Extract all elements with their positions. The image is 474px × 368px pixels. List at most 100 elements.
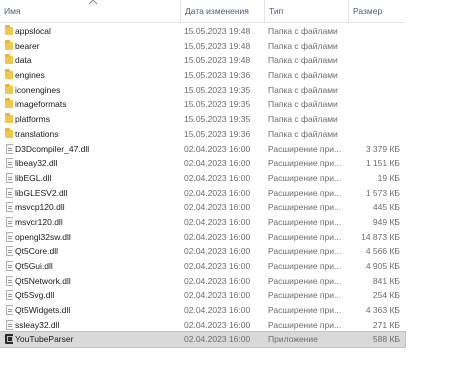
column-header-size-label: Размер [353,6,383,16]
file-row[interactable]: libeay32.dll 02.04.2023 16:00 Расширение п… [0,156,405,171]
file-size: 841 КБ [372,275,400,286]
file-row[interactable]: Qt5Svg.dll 02.04.2023 16:00 Расширение при… [0,288,405,303]
file-name: libeay32.dll [15,158,58,169]
file-name: libGLESV2.dll [15,187,68,198]
file-row[interactable]: appslocal 15.05.2023 19:48 Папка с файлами [0,24,405,39]
file-name: Qt5Widgets.dll [15,305,71,316]
folder-icon [5,83,13,94]
file-icon-cell [3,200,13,215]
file-row[interactable]: libEGL.dll 02.04.2023 16:00 Расширение при… [0,171,405,186]
file-type: Расширение при... [268,319,342,330]
file-type: Расширение при... [268,305,342,316]
file-icon-cell [3,332,13,347]
file-type: Папка с файлами [268,114,338,125]
file-icon [6,261,13,271]
file-type: Расширение при... [268,231,342,242]
column-header-name-label: Имя [4,6,21,16]
file-name: D3Dcompiler_47.dll [15,143,90,154]
file-row[interactable]: data 15.05.2023 19:48 Папка с файлами [0,53,405,68]
file-row[interactable]: platforms 15.05.2023 19:35 Папка с файлами [0,112,405,127]
column-header-bar: Имя Дата изменения Тип Размер [0,0,405,23]
file-icon-cell [3,83,13,98]
file-row[interactable]: Qt5Network.dll 02.04.2023 16:00 Расширение… [0,274,405,289]
file-size [352,68,400,83]
file-row[interactable]: Qt5Widgets.dll 02.04.2023 16:00 Расширение… [0,303,405,318]
folder-icon [5,39,13,50]
file-row[interactable]: D3Dcompiler_47.dll 02.04.2023 16:00 Расшир… [0,142,405,157]
file-row[interactable]: YouTubeParser 02.04.2023 16:00 Приложение 5… [0,331,406,349]
file-date: 15.05.2023 19:48 [184,26,251,36]
file-date: 15.05.2023 19:35 [184,99,251,110]
file-icon [6,275,13,286]
file-icon-cell [3,53,13,68]
file-date: 15.05.2023 19:48 [184,55,251,66]
file-row[interactable]: libGLESV2.dll 02.04.2023 16:00 Расширение … [0,186,405,201]
file-name: engines [15,70,45,81]
file-size [352,53,400,68]
file-name: appslocal [15,26,51,36]
file-name: opengl32sw.dll [15,231,71,242]
file-name: Qt5Svg.dll [15,290,55,301]
file-size [352,24,400,39]
file-type: Расширение при... [268,290,342,301]
file-date: 02.04.2023 16:00 [184,319,251,330]
file-type: Расширение при... [268,143,342,154]
file-row[interactable]: Qt5Core.dll 02.04.2023 16:00 Расширение пр… [0,244,405,259]
file-icon [6,246,13,257]
file-row[interactable]: engines 15.05.2023 19:36 Папка с файлами [0,68,405,83]
file-date: 02.04.2023 16:00 [184,246,251,257]
file-name: iconengines [15,84,61,95]
file-size [352,127,400,142]
file-name: data [15,55,32,66]
folder-icon [5,25,13,35]
column-header-date[interactable]: Дата изменения [180,0,264,22]
file-size [352,97,400,112]
folder-icon [5,98,13,109]
file-icon-cell [3,39,13,54]
file-size: 4 905 КБ [365,261,400,271]
chevron-up-svg [88,0,98,5]
file-row[interactable]: imageformats 15.05.2023 19:35 Папка с файл… [0,97,405,112]
file-size: 4 363 КБ [365,305,400,316]
column-header-name[interactable]: Имя [0,0,180,22]
file-date: 02.04.2023 16:00 [184,172,251,183]
file-date: 02.04.2023 16:00 [184,187,251,198]
file-size [352,83,400,98]
file-type: Расширение при... [268,202,342,213]
file-icon [6,319,13,330]
file-date: 15.05.2023 19:36 [184,70,251,81]
file-icon [6,158,13,169]
file-icon [6,290,13,301]
file-icon-cell [3,215,13,230]
file-row[interactable]: msvcr120.dll 02.04.2023 16:00 Расширение п… [0,215,405,230]
file-row[interactable]: ssleay32.dll 02.04.2023 16:00 Расширение п… [0,318,405,333]
file-icon-cell [3,288,13,303]
file-type: Папка с файлами [268,84,338,95]
file-icon [6,187,13,198]
file-size: 949 КБ [372,216,400,227]
file-type: Расширение при... [268,158,342,169]
file-row[interactable]: translations 15.05.2023 19:36 Папка с файл… [0,127,405,142]
file-date: 02.04.2023 16:00 [184,143,251,154]
file-name: Qt5Core.dll [15,246,58,257]
file-name: msvcr120.dll [15,216,63,227]
file-row[interactable]: iconengines 15.05.2023 19:35 Папка с файла… [0,83,405,98]
column-header-size[interactable]: Размер [348,0,405,22]
column-header-type[interactable]: Тип [264,0,348,22]
file-row[interactable]: msvcp120.dll 02.04.2023 16:00 Расширение п… [0,200,405,215]
file-icon-cell [3,171,13,186]
file-size: 1 573 КБ [365,187,400,198]
file-date: 15.05.2023 19:35 [184,84,251,95]
file-icon [6,172,13,183]
file-size: 445 КБ [372,202,400,213]
file-type: Расширение при... [268,246,342,257]
file-row[interactable]: Qt5Gui.dll 02.04.2023 16:00 Расширение при… [0,259,405,274]
file-size: 588 КБ [372,334,400,345]
file-size: 1 151 КБ [365,158,400,169]
file-icon [6,216,13,227]
file-name: bearer [15,40,40,51]
file-icon-cell [3,274,13,289]
file-row[interactable]: opengl32sw.dll 02.04.2023 16:00 Расширение… [0,230,405,245]
file-row[interactable]: bearer 15.05.2023 19:48 Папка с файлами [0,39,405,54]
file-name: YouTubeParser [15,334,74,345]
